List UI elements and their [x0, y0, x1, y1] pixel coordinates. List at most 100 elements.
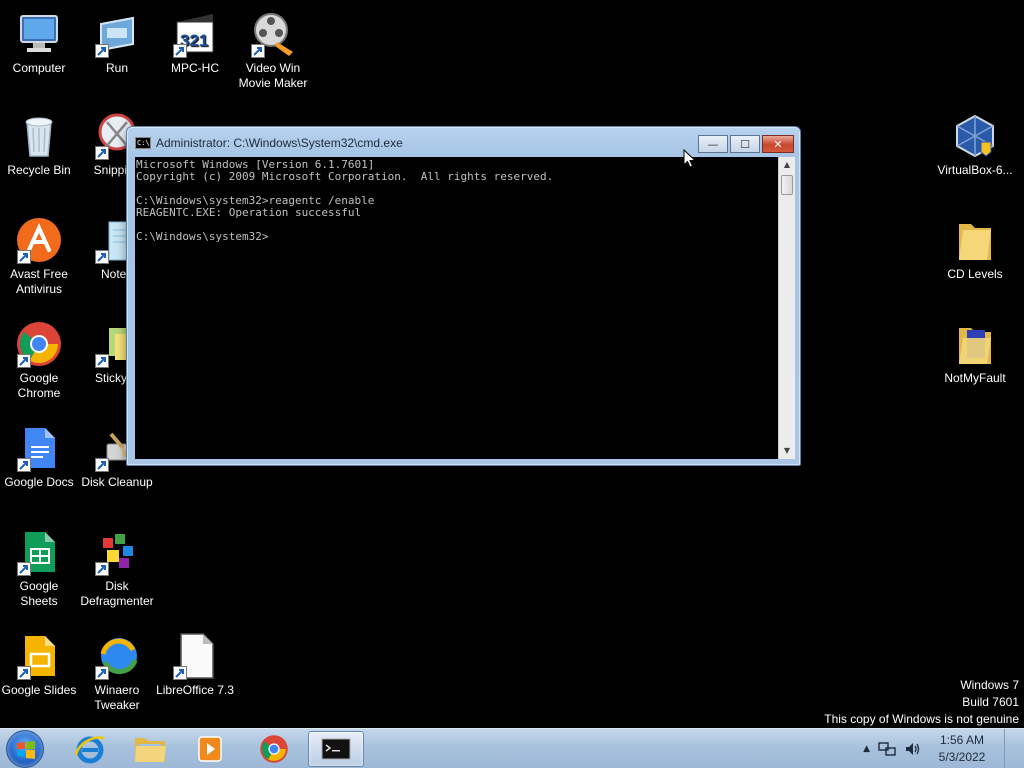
desktop-icon-cd-levels[interactable]: CD Levels — [936, 216, 1014, 282]
clock-date: 5/3/2022 — [938, 750, 986, 764]
windows-logo-icon — [17, 741, 35, 759]
desktop-icon-label: Google Docs — [4, 475, 74, 489]
shortcut-arrow-icon — [17, 458, 31, 472]
desktop-icon-google-sheets[interactable]: Google Sheets — [0, 528, 78, 609]
taskbar-media-player[interactable] — [182, 731, 238, 767]
watermark-genuine-notice: This copy of Windows is not genuine — [824, 712, 1019, 726]
scroll-down-arrow-icon[interactable]: ▼ — [779, 443, 795, 459]
avast-icon — [15, 216, 63, 264]
shortcut-arrow-icon — [95, 146, 109, 160]
virtualbox-icon — [951, 112, 999, 160]
cmd-window[interactable]: C:\ Administrator: C:\Windows\System32\c… — [126, 126, 801, 466]
folder-icon — [951, 216, 999, 264]
desktop-icon-google-chrome[interactable]: Google Chrome — [0, 320, 78, 401]
desktop-icon-notmyfault[interactable]: NotMyFault — [936, 320, 1014, 386]
desktop-icon-label: Run — [105, 61, 128, 75]
run-icon — [93, 10, 141, 58]
libreoffice-icon — [171, 632, 219, 680]
shortcut-arrow-icon — [95, 354, 109, 368]
mpc-hc-icon: 321 — [171, 10, 219, 58]
watermark-build: Build 7601 — [962, 695, 1019, 709]
vertical-scrollbar[interactable]: ▲ ▼ — [778, 157, 795, 459]
show-hidden-icons-button[interactable]: ▲ — [863, 744, 870, 754]
close-button[interactable]: ✕ — [762, 135, 794, 153]
shortcut-arrow-icon — [17, 354, 31, 368]
desktop-icon-google-docs[interactable]: Google Docs — [0, 424, 78, 490]
disk-defragmenter-icon — [93, 528, 141, 576]
desktop-icon-label: Disk Cleanup — [81, 475, 153, 489]
desktop-icon-label: Recycle Bin — [7, 163, 71, 177]
system-tray: ▲ 1:56 AM 5/3/2022 — [863, 729, 1016, 768]
command-prompt-icon — [321, 738, 351, 760]
shortcut-arrow-icon — [95, 562, 109, 576]
desktop-icon-mpc-hc[interactable]: 321 MPC-HC — [156, 10, 234, 76]
shortcut-arrow-icon — [17, 562, 31, 576]
taskbar-google-chrome[interactable] — [246, 731, 302, 767]
desktop-icon-libreoffice[interactable]: LibreOffice 7.3 — [156, 632, 234, 698]
show-desktop-button[interactable] — [1004, 729, 1016, 768]
desktop-icon-recycle-bin[interactable]: Recycle Bin — [0, 112, 78, 178]
clock-time: 1:56 AM — [939, 733, 985, 747]
console-text: Microsoft Windows [Version 6.1.7601] Cop… — [136, 158, 554, 243]
desktop-icon-label: LibreOffice 7.3 — [156, 683, 234, 697]
google-chrome-icon — [260, 735, 288, 763]
taskbar-windows-explorer[interactable] — [122, 731, 178, 767]
desktop-icon-label: Google Sheets — [19, 579, 59, 608]
desktop-icon-google-slides[interactable]: Google Slides — [0, 632, 78, 698]
shortcut-arrow-icon — [17, 666, 31, 680]
cmd-icon: C:\ — [135, 137, 151, 149]
mouse-cursor-icon — [683, 149, 697, 168]
shortcut-arrow-icon — [95, 458, 109, 472]
shortcut-arrow-icon — [173, 44, 187, 58]
maximize-button[interactable]: ☐ — [730, 135, 760, 153]
minimize-button[interactable]: — — [698, 135, 728, 153]
desktop-icon-avast[interactable]: Avast Free Antivirus — [0, 216, 78, 297]
window-title: Administrator: C:\Windows\System32\cmd.e… — [156, 136, 403, 150]
internet-explorer-icon — [74, 736, 105, 764]
media-player-icon — [198, 736, 222, 762]
shortcut-arrow-icon — [251, 44, 265, 58]
window-controls: — ☐ ✕ — [698, 135, 794, 153]
shortcut-arrow-icon — [173, 666, 187, 680]
desktop-icon-label: Winaero Tweaker — [94, 683, 140, 712]
google-sheets-icon — [15, 528, 63, 576]
google-chrome-icon — [15, 320, 63, 368]
movie-maker-icon — [249, 10, 297, 58]
taskbar: ▲ 1:56 AM 5/3/2022 — [0, 728, 1024, 768]
scroll-thumb[interactable] — [781, 175, 793, 195]
clock[interactable]: 1:56 AM 5/3/2022 — [930, 732, 994, 766]
computer-icon — [15, 10, 63, 58]
scroll-up-arrow-icon[interactable]: ▲ — [779, 157, 795, 173]
desktop-icon-computer[interactable]: Computer — [0, 10, 78, 76]
desktop-icon-label: Disk Defragmenter — [80, 579, 154, 608]
desktop-icon-label: Computer — [12, 61, 66, 75]
desktop-icon-video-win-movie-maker[interactable]: Video Win Movie Maker — [234, 10, 312, 91]
windows-watermark: Windows 7 Build 7601 This copy of Window… — [824, 677, 1019, 728]
desktop-icon-run[interactable]: Run — [78, 10, 156, 76]
shortcut-arrow-icon — [17, 250, 31, 264]
network-icon[interactable] — [878, 741, 896, 757]
recycle-bin-icon — [15, 112, 63, 160]
shortcut-arrow-icon — [95, 44, 109, 58]
desktop-icon-label: Google Chrome — [17, 371, 61, 400]
desktop-icon-virtualbox[interactable]: VirtualBox-6... — [936, 112, 1014, 178]
desktop-icon-disk-defragmenter[interactable]: Disk Defragmenter — [78, 528, 156, 609]
taskbar-command-prompt[interactable] — [308, 731, 364, 767]
winaero-tweaker-icon — [93, 632, 141, 680]
watermark-edition: Windows 7 — [960, 678, 1019, 692]
desktop-icon-label: MPC-HC — [171, 61, 219, 75]
console-output[interactable]: Microsoft Windows [Version 6.1.7601] Cop… — [135, 157, 778, 459]
desktop-icon-label: Google Slides — [1, 683, 77, 697]
start-button[interactable] — [6, 730, 44, 768]
volume-icon[interactable] — [904, 741, 922, 757]
google-docs-icon — [15, 424, 63, 472]
title-bar[interactable]: C:\ Administrator: C:\Windows\System32\c… — [127, 127, 800, 157]
desktop-icon-label: Avast Free Antivirus — [10, 267, 68, 296]
desktop-icon-label: CD Levels — [947, 267, 1003, 281]
windows-explorer-icon — [135, 738, 166, 762]
google-slides-icon — [15, 632, 63, 680]
desktop-icon-winaero-tweaker[interactable]: Winaero Tweaker — [78, 632, 156, 713]
desktop-icon-label: VirtualBox-6... — [937, 163, 1013, 177]
taskbar-internet-explorer[interactable] — [62, 731, 118, 767]
shortcut-arrow-icon — [95, 666, 109, 680]
